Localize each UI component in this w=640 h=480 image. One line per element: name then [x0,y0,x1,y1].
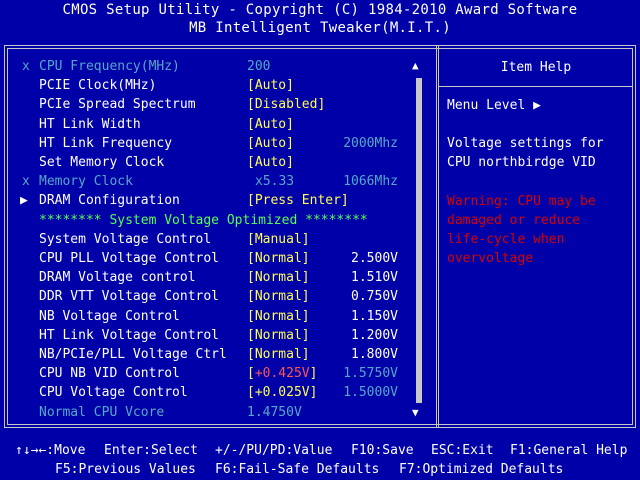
setting-readout: 2.500V [351,251,398,266]
setting-label: HT Link Width [39,117,141,132]
setting-label: CPU Frequency(MHz) [39,59,180,74]
setting-value: [Auto] [247,155,294,170]
setting-value: [Normal] [247,328,310,343]
setting-row[interactable]: PCIE Clock(MHz) [Auto] [0,76,430,95]
setting-value: x5.33 [255,174,295,189]
help-warning-3: life-cycle when [447,232,565,247]
disabled-marker: x [22,59,30,74]
setting-label: ******** System Voltage Optimized ******… [39,213,368,228]
setting-row[interactable]: HT Link Frequency [Auto] 2000Mhz [0,134,430,153]
setting-label: NB Voltage Control [39,309,180,324]
page-title: MB Intelligent Tweaker(M.I.T.) [189,20,451,36]
setting-label: HT Link Voltage Control [39,328,220,343]
key-value: +/-/PU/PD:Value [215,443,333,458]
setting-row: x CPU Frequency(MHz) 200 [0,57,430,76]
setting-label: DDR VTT Voltage Control [39,289,220,304]
setting-value-number: +0.025V [254,385,310,400]
key-previous: F5:Previous Values [55,462,196,477]
key-failsafe: F6:Fail-Safe Defaults [215,462,380,477]
key-move: ↑↓→←:Move [15,443,86,458]
setting-value: [+0.425V] [247,366,318,381]
setting-readout: 1.200V [351,328,398,343]
setting-row[interactable]: System Voltage Control [Manual] [0,230,430,249]
help-title: Item Help [500,60,572,75]
setting-label: System Voltage Control [39,232,212,247]
setting-label: CPU NB VID Control [39,366,180,381]
key-optimized: F7:Optimized Defaults [399,462,564,477]
setting-label: DRAM Configuration [39,193,180,208]
setting-row[interactable]: NB Voltage Control [Normal] 1.150V [0,307,430,326]
setting-label: HT Link Frequency [39,136,173,151]
setting-row[interactable]: PCIe Spread Spectrum [Disabled] [0,95,430,114]
help-warning-2: damaged or reduce [447,213,581,228]
setting-label: NB/PCIe/PLL Voltage Ctrl [39,347,227,362]
setting-row[interactable]: ▶ DRAM Configuration [Press Enter] [0,191,430,210]
setting-value: [Press Enter] [247,193,349,208]
setting-value: 200 [247,59,271,74]
setting-readout: 1.5000V [343,385,398,400]
setting-row[interactable]: DRAM Voltage control [Normal] 1.510V [0,268,430,287]
setting-label: DRAM Voltage control [39,270,196,285]
help-description-2: CPU northbirdge VID [447,155,596,170]
setting-label: PCIe Spread Spectrum [39,97,196,112]
setting-row[interactable]: CPU Voltage Control [+0.025V] 1.5000V [0,383,430,402]
key-select: Enter:Select [104,443,198,458]
setting-value: [Auto] [247,78,294,93]
submenu-arrow-icon: ▶ [20,193,28,208]
setting-readout: 1.150V [351,309,398,324]
setting-value: [Auto] [247,136,294,151]
key-save: F10:Save [351,443,414,458]
setting-value: [Manual] [247,232,310,247]
help-warning-4: overvoltage [447,251,534,266]
setting-value: [Normal] [247,309,310,324]
setting-label: Memory Clock [39,174,133,189]
app-title: CMOS Setup Utility - Copyright (C) 1984-… [62,2,578,18]
setting-readout: 1066Mhz [343,174,398,189]
scroll-up-icon[interactable]: ▲ [412,56,419,75]
scroll-down-icon[interactable]: ▼ [412,403,419,422]
setting-label: Set Memory Clock [39,155,165,170]
help-divider [439,86,633,87]
key-exit: ESC:Exit [431,443,494,458]
setting-label: PCIE Clock(MHz) [39,78,157,93]
setting-row[interactable]: Set Memory Clock [Auto] [0,153,430,172]
setting-row[interactable]: HT Link Voltage Control [Normal] 1.200V [0,326,430,345]
setting-row[interactable]: CPU PLL Voltage Control [Normal] 2.500V [0,249,430,268]
setting-readout: 1.510V [351,270,398,285]
setting-value: [+0.025V] [247,385,318,400]
help-warning-1: Warning: CPU may be [447,194,596,209]
setting-value: [Normal] [247,270,310,285]
setting-row[interactable]: CPU NB VID Control [+0.425V] 1.5750V [0,364,430,383]
setting-readout: 1.5750V [343,366,398,381]
setting-row: x Memory Clock x5.33 1066Mhz [0,172,430,191]
setting-row[interactable]: NB/PCIe/PLL Voltage Ctrl [Normal] 1.800V [0,345,430,364]
setting-row[interactable]: DDR VTT Voltage Control [Normal] 0.750V [0,287,430,306]
scrollbar[interactable] [416,78,422,403]
key-help: F1:General Help [510,443,628,458]
setting-value-number: +0.425V [254,366,310,381]
setting-readout: 1.800V [351,347,398,362]
setting-label: CPU PLL Voltage Control [39,251,220,266]
setting-label: CPU Voltage Control [39,385,188,400]
setting-value: [Normal] [247,347,310,362]
section-header: ******** System Voltage Optimized ******… [0,211,430,230]
setting-row: Normal CPU Vcore 1.4750V [0,403,430,422]
setting-value: 1.4750V [247,405,302,420]
setting-value: [Normal] [247,289,310,304]
setting-value: [Disabled] [247,97,326,112]
help-description-1: Voltage settings for [447,136,604,151]
pane-divider [436,45,439,428]
setting-row[interactable]: HT Link Width [Auto] [0,115,430,134]
setting-value: [Auto] [247,117,294,132]
setting-readout: 2000Mhz [343,136,398,151]
menu-level: Menu Level ▶ [447,98,541,113]
setting-readout: 0.750V [351,289,398,304]
setting-label: Normal CPU Vcore [39,405,165,420]
disabled-marker: x [22,174,30,189]
setting-value: [Normal] [247,251,310,266]
